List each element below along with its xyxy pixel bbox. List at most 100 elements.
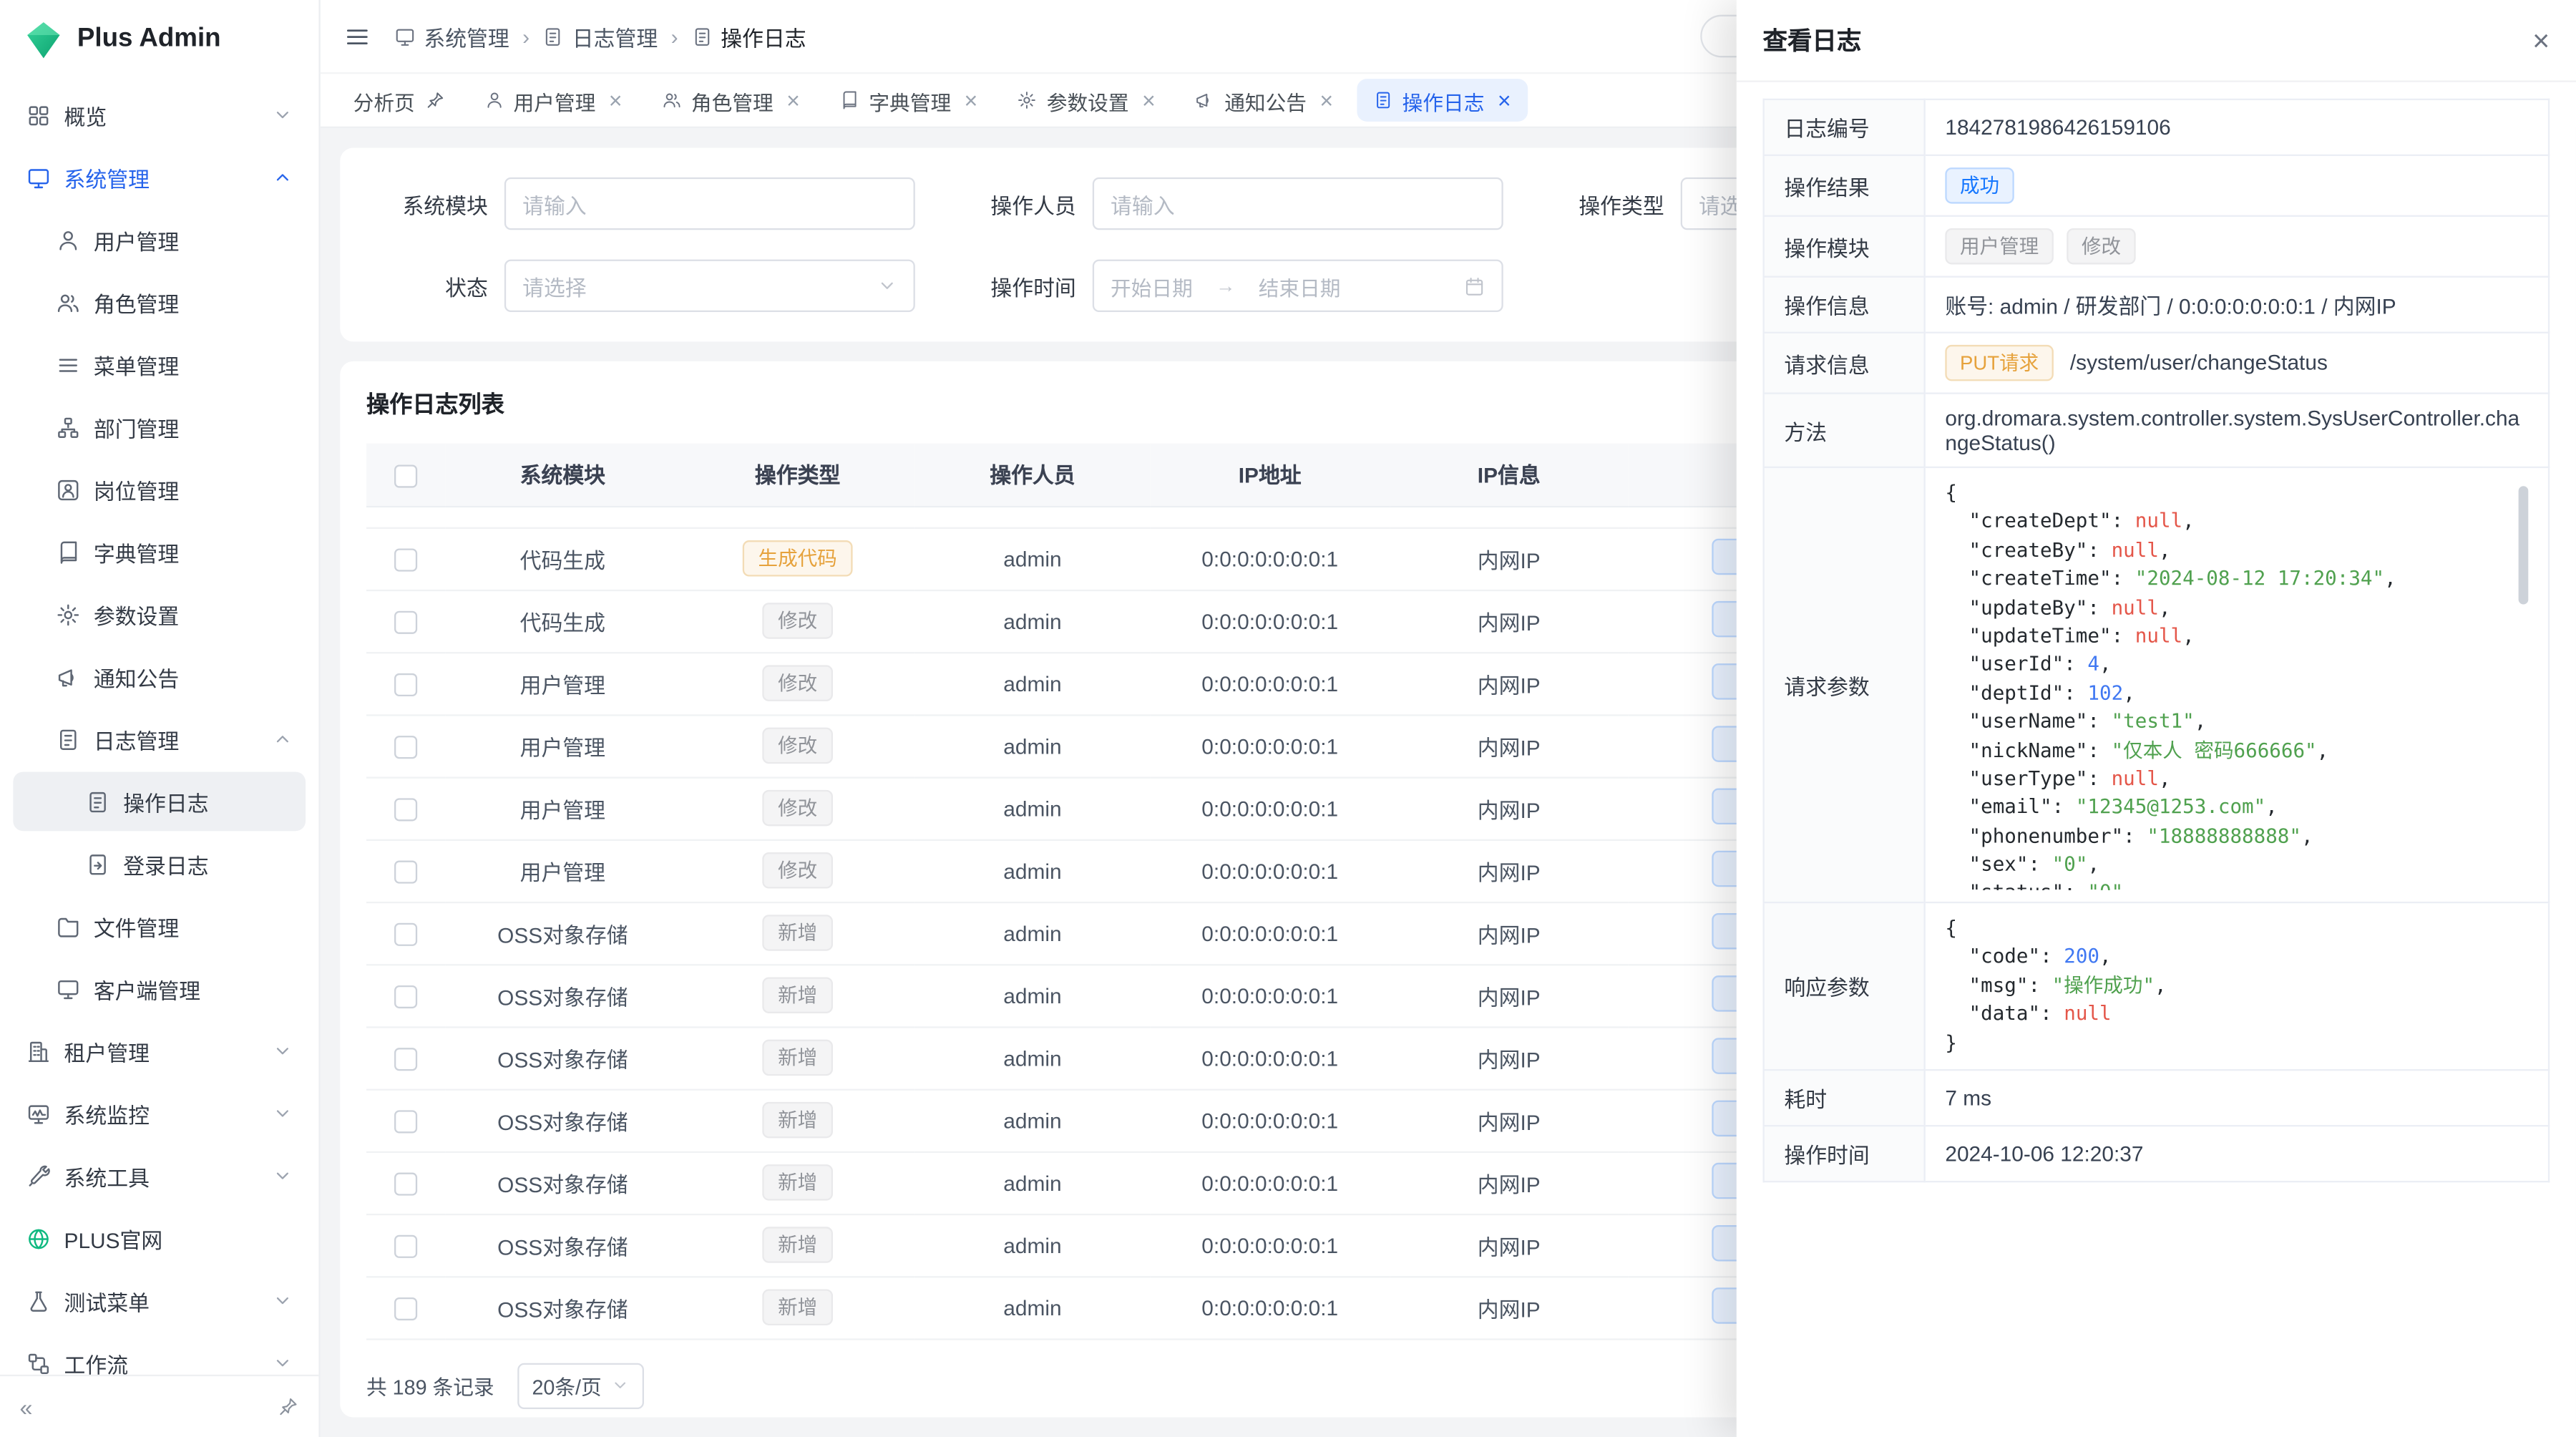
- scrollbar-thumb[interactable]: [2519, 486, 2529, 604]
- close-tab-icon[interactable]: ×: [1498, 89, 1511, 112]
- table-row[interactable]: 用户管理修改admin0:0:0:0:0:0:0:1内网IP: [366, 776, 1871, 839]
- close-icon[interactable]: ×: [2532, 26, 2550, 55]
- row-checkbox[interactable]: [394, 922, 417, 945]
- sidebar-item-label: 角色管理: [94, 286, 293, 318]
- page-size-select[interactable]: 20条/页: [517, 1363, 645, 1408]
- close-tab-icon[interactable]: ×: [1142, 89, 1156, 112]
- table-row[interactable]: OSS对象存储新增admin0:0:0:0:0:0:0:1内网IP: [366, 1214, 1871, 1276]
- tab-role-management[interactable]: 角色管理×: [645, 79, 816, 122]
- filter-select-status[interactable]: 请选择: [504, 260, 915, 312]
- tab-label: 字典管理: [869, 84, 951, 116]
- filter-input-operator[interactable]: 请输入: [1093, 177, 1503, 230]
- close-tab-icon[interactable]: ×: [965, 89, 978, 112]
- row-checkbox[interactable]: [394, 798, 417, 821]
- breadcrumb-item-log-management[interactable]: 日志管理: [542, 21, 658, 52]
- sidebar-item-menu-management[interactable]: 菜单管理: [13, 335, 306, 394]
- sidebar-item-post-management[interactable]: 岗位管理: [13, 460, 306, 520]
- sidebar-item-system-management[interactable]: 系统管理: [13, 148, 306, 208]
- row-checkbox[interactable]: [394, 985, 417, 1008]
- cell-ip-info: 内网IP: [1390, 1089, 1628, 1151]
- table-row[interactable]: OSS对象存储新增admin0:0:0:0:0:0:0:1内网IP: [366, 1026, 1871, 1088]
- sidebar-item-log-management[interactable]: 日志管理: [13, 709, 306, 769]
- sidebar-item-system-monitor[interactable]: 系统监控: [13, 1084, 306, 1144]
- operlog-icon: [1372, 90, 1392, 110]
- sidebar-item-system-tools[interactable]: 系统工具: [13, 1146, 306, 1206]
- cell-checkbox: [366, 714, 445, 776]
- table-row[interactable]: OSS对象存储新增admin0:0:0:0:0:0:0:1内网IP: [366, 1089, 1871, 1151]
- row-checkbox[interactable]: [394, 1297, 417, 1320]
- globe-icon: [26, 1226, 51, 1250]
- table-row[interactable]: OSS对象存储新增admin0:0:0:0:0:0:0:1内网IP: [366, 1276, 1871, 1338]
- table-row[interactable]: OSS对象存储新增admin0:0:0:0:0:0:0:1内网IP: [366, 964, 1871, 1026]
- app-logo[interactable]: Plus Admin: [0, 0, 318, 79]
- cell-ip: 0:0:0:0:0:0:0:1: [1150, 1276, 1390, 1338]
- sidebar-item-user-management[interactable]: 用户管理: [13, 210, 306, 270]
- calendar-icon: [1464, 275, 1485, 296]
- breadcrumb-item-operation-log[interactable]: 操作日志: [691, 21, 806, 52]
- sidebar-item-overview[interactable]: 概览: [13, 85, 306, 145]
- cell-ip: 0:0:0:0:0:0:0:1: [1150, 839, 1390, 902]
- cell-type: 生成代码: [680, 527, 915, 590]
- row-checkbox[interactable]: [394, 548, 417, 571]
- sidebar-item-notice[interactable]: 通知公告: [13, 647, 306, 706]
- cell-module: 用户管理: [445, 652, 680, 714]
- pin-sidebar-icon[interactable]: [278, 1396, 299, 1418]
- operation-type-badge: 修改: [763, 603, 831, 638]
- collapse-sidebar-icon[interactable]: «: [20, 1395, 33, 1418]
- detail-label: 操作模块: [1764, 216, 1925, 277]
- row-checkbox[interactable]: [394, 1234, 417, 1257]
- client-icon: [56, 976, 80, 1000]
- detail-row-6: 请求参数{ "createDept": null, "createBy": nu…: [1764, 467, 2549, 902]
- table-row[interactable]: OSS对象存储新增admin0:0:0:0:0:0:0:1内网IP: [366, 1151, 1871, 1214]
- row-checkbox[interactable]: [394, 1172, 417, 1195]
- table-row[interactable]: 用户管理修改admin0:0:0:0:0:0:0:1内网IP: [366, 652, 1871, 714]
- operation-type-badge: 新增: [763, 915, 831, 950]
- row-checkbox[interactable]: [394, 736, 417, 759]
- filter-field-operator: 操作人员请输入: [955, 177, 1503, 230]
- file-icon: [56, 914, 80, 938]
- config-icon: [1017, 90, 1037, 110]
- table-row[interactable]: 代码生成修改admin0:0:0:0:0:0:0:1内网IP: [366, 590, 1871, 652]
- tab-dict-management[interactable]: 字典管理 ×: [823, 79, 994, 122]
- sidebar-item-file-management[interactable]: 文件管理: [13, 897, 306, 956]
- row-checkbox[interactable]: [394, 860, 417, 883]
- tab-param-settings[interactable]: 参数设置×: [1000, 79, 1171, 122]
- close-tab-icon[interactable]: ×: [1319, 89, 1333, 112]
- sidebar-item-client-management[interactable]: 客户端管理: [13, 959, 306, 1018]
- sidebar-item-tenant-management[interactable]: 租户管理: [13, 1021, 306, 1081]
- filter-daterange-operation-time[interactable]: 开始日期→结束日期: [1093, 260, 1503, 312]
- table-row[interactable]: 用户管理修改admin0:0:0:0:0:0:0:1内网IP: [366, 714, 1871, 776]
- cell-module: OSS对象存储: [445, 1151, 680, 1214]
- detail-body: 日志编号1842781986426159106操作结果成功操作模块用户管理修改操…: [1764, 99, 2549, 1182]
- row-checkbox[interactable]: [394, 610, 417, 633]
- select-all-checkbox[interactable]: [394, 464, 417, 487]
- cell-ip-info: 内网IP: [1390, 714, 1628, 776]
- tab-operation-log[interactable]: 操作日志×: [1356, 79, 1527, 122]
- cell-operator: admin: [915, 1026, 1150, 1088]
- sidebar-item-test-menu[interactable]: 测试菜单: [13, 1271, 306, 1330]
- row-checkbox[interactable]: [394, 1048, 417, 1071]
- sidebar-item-param-settings[interactable]: 参数设置: [13, 585, 306, 644]
- sidebar-item-role-management[interactable]: 角色管理: [13, 273, 306, 332]
- tab-analysis-page[interactable]: 分析页: [337, 79, 461, 122]
- table-row[interactable]: OSS对象存储新增admin0:0:0:0:0:0:0:1内网IP: [366, 902, 1871, 964]
- sidebar-item-workflow[interactable]: 工作流: [13, 1333, 306, 1374]
- row-checkbox[interactable]: [394, 1110, 417, 1133]
- detail-label: 方法: [1764, 394, 1925, 467]
- table-row[interactable]: 用户管理修改admin0:0:0:0:0:0:0:1内网IP: [366, 839, 1871, 902]
- sidebar-item-dept-management[interactable]: 部门管理: [13, 397, 306, 457]
- sidebar-item-plus-website[interactable]: PLUS官网: [13, 1209, 306, 1268]
- close-tab-icon[interactable]: ×: [609, 89, 623, 112]
- close-tab-icon[interactable]: ×: [786, 89, 800, 112]
- sidebar-item-login-log[interactable]: 登录日志: [13, 834, 306, 894]
- filter-input-system-module[interactable]: 请输入: [504, 177, 915, 230]
- table-row[interactable]: 代码生成生成代码admin0:0:0:0:0:0:0:1内网IP: [366, 527, 1871, 590]
- sidebar-item-dict-management[interactable]: 字典管理: [13, 522, 306, 582]
- tab-notice[interactable]: 通知公告×: [1179, 79, 1350, 122]
- sidebar-item-operation-log[interactable]: 操作日志: [13, 772, 306, 832]
- hamburger-menu-icon[interactable]: [343, 22, 371, 50]
- filter-label-operation-type: 操作类型: [1543, 188, 1664, 220]
- row-checkbox[interactable]: [394, 673, 417, 696]
- tab-user-management[interactable]: 用户管理×: [467, 79, 638, 122]
- breadcrumb-item-system-management[interactable]: 系统管理: [394, 21, 509, 52]
